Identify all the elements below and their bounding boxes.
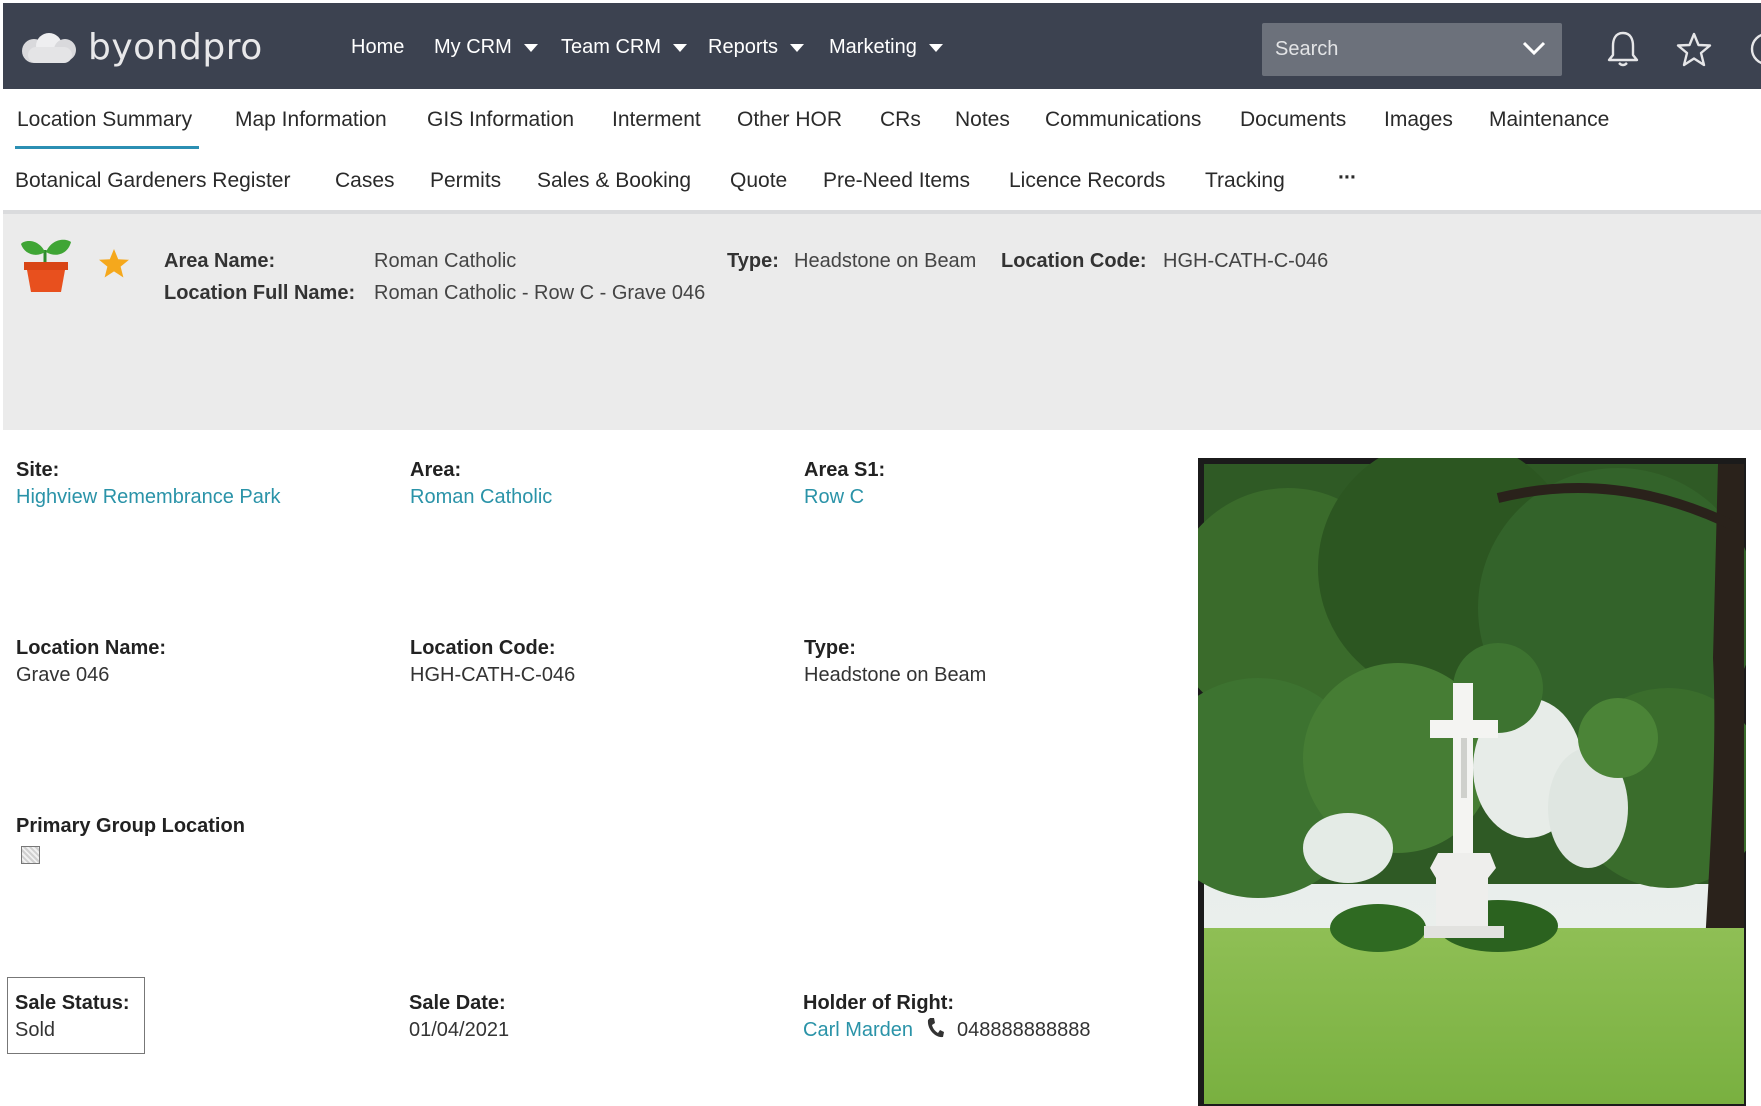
- site-label: Site:: [16, 459, 60, 481]
- location-name-value: Grave 046: [16, 664, 110, 686]
- nav-home-label: Home: [351, 36, 405, 58]
- nav-marketing-label: Marketing: [829, 36, 917, 58]
- holder-phone-number: 048888888888: [957, 1019, 1091, 1041]
- chevron-down-icon[interactable]: [1522, 38, 1546, 58]
- caret-down-icon: [673, 43, 688, 52]
- area-link[interactable]: Roman Catholic: [410, 486, 552, 509]
- tab-maintenance[interactable]: Maintenance: [1489, 108, 1609, 132]
- tab-permits[interactable]: Permits: [430, 169, 501, 193]
- sale-date-value: 01/04/2021: [409, 1019, 510, 1041]
- area-s1-link[interactable]: Row C: [804, 486, 864, 509]
- nav-reports[interactable]: Reports: [708, 36, 805, 59]
- caret-down-icon: [523, 43, 538, 52]
- more-tabs-button[interactable]: ···: [1338, 166, 1357, 190]
- nav-my-crm[interactable]: My CRM: [434, 36, 538, 59]
- sale-status-field[interactable]: [7, 977, 145, 1054]
- search-box[interactable]: Search: [1262, 23, 1562, 76]
- sale-status-label: Sale Status:: [15, 992, 130, 1014]
- nav-marketing[interactable]: Marketing: [829, 36, 943, 59]
- summary-type-value: Headstone on Beam: [794, 250, 977, 272]
- tab-licence-records[interactable]: Licence Records: [1009, 169, 1165, 193]
- location-photo[interactable]: [1198, 458, 1746, 1106]
- tab-gis-information[interactable]: GIS Information: [427, 108, 574, 132]
- area-name-label: Area Name:: [164, 250, 276, 272]
- summary-type-label: Type:: [727, 250, 779, 272]
- summary-location-code-label: Location Code:: [1001, 250, 1147, 272]
- location-name-label: Location Name:: [16, 637, 167, 659]
- holder-of-right-label: Holder of Right:: [803, 992, 955, 1014]
- site-link[interactable]: Highview Remembrance Park: [16, 486, 281, 509]
- top-navigation-bar: byondpro Home My CRM Team CRM Reports Ma…: [3, 3, 1761, 89]
- settings-icon[interactable]: [1749, 31, 1761, 67]
- brand-name: byondpro: [88, 26, 263, 68]
- bell-icon[interactable]: [1606, 30, 1640, 68]
- tab-communications[interactable]: Communications: [1045, 108, 1201, 132]
- nav-home[interactable]: Home: [351, 36, 404, 59]
- location-full-name-label: Location Full Name:: [164, 282, 356, 304]
- area-name-value: Roman Catholic: [374, 250, 517, 272]
- location-code-value: HGH-CATH-C-046: [410, 664, 576, 686]
- primary-group-location-label: Primary Group Location: [16, 815, 245, 837]
- plant-pot-icon: [21, 239, 71, 292]
- nav-team-crm-label: Team CRM: [561, 36, 662, 58]
- phone-icon[interactable]: [926, 1017, 944, 1039]
- cemetery-cross-image: [1198, 458, 1746, 1104]
- caret-down-icon: [928, 43, 943, 52]
- summary-location-code-value: HGH-CATH-C-046: [1163, 250, 1329, 272]
- location-code-label: Location Code:: [410, 637, 556, 659]
- cloud-logo-icon: [22, 29, 82, 65]
- primary-group-location-checkbox[interactable]: [21, 846, 40, 864]
- tab-pre-need-items[interactable]: Pre-Need Items: [823, 169, 970, 193]
- tab-notes[interactable]: Notes: [955, 108, 1010, 132]
- search-placeholder: Search: [1275, 38, 1339, 60]
- tab-botanical-gardeners-register[interactable]: Botanical Gardeners Register: [15, 169, 290, 193]
- nav-team-crm[interactable]: Team CRM: [561, 36, 688, 59]
- tab-documents[interactable]: Documents: [1240, 108, 1346, 132]
- tab-tracking[interactable]: Tracking: [1205, 169, 1285, 193]
- tab-cases[interactable]: Cases: [335, 169, 395, 193]
- tab-other-hor[interactable]: Other HOR: [737, 108, 842, 132]
- tab-interment[interactable]: Interment: [612, 108, 701, 132]
- holder-of-right-link[interactable]: Carl Marden: [803, 1019, 913, 1042]
- type-label: Type:: [804, 637, 856, 659]
- location-summary-header: Area Name: Roman Catholic Location Full …: [3, 214, 1761, 430]
- location-full-name-value: Roman Catholic - Row C - Grave 046: [374, 282, 706, 304]
- tab-map-information[interactable]: Map Information: [235, 108, 387, 132]
- nav-my-crm-label: My CRM: [434, 36, 512, 58]
- tab-quote[interactable]: Quote: [730, 169, 787, 193]
- active-tab-indicator: [15, 146, 199, 149]
- tab-crs[interactable]: CRs: [880, 108, 921, 132]
- sale-date-label: Sale Date:: [409, 992, 506, 1014]
- type-value: Headstone on Beam: [804, 664, 987, 686]
- favorite-star-icon[interactable]: [97, 248, 131, 280]
- tab-images[interactable]: Images: [1384, 108, 1453, 132]
- tab-location-summary[interactable]: Location Summary: [17, 108, 192, 132]
- area-s1-label: Area S1:: [804, 459, 886, 481]
- tab-sales-booking[interactable]: Sales & Booking: [537, 169, 691, 193]
- star-outline-icon[interactable]: [1675, 32, 1713, 68]
- sale-status-value: Sold: [15, 1019, 56, 1041]
- brand-logo[interactable]: byondpro: [22, 26, 263, 68]
- nav-reports-label: Reports: [708, 36, 779, 58]
- caret-down-icon: [790, 43, 805, 52]
- area-label: Area:: [410, 459, 462, 481]
